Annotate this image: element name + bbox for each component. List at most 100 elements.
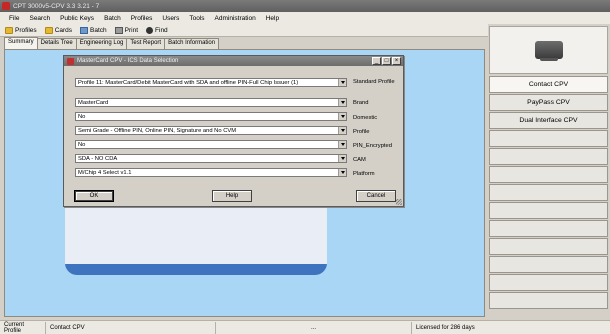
standard-profile-select[interactable]: Profile 11: MasterCard/Debit MasterCard … (75, 78, 347, 87)
domestic-row: No (75, 112, 347, 121)
sidebar-empty-slot[interactable] (489, 238, 608, 255)
pin-encrypted-select[interactable]: No (75, 140, 347, 149)
chevron-down-icon[interactable] (338, 127, 346, 134)
window-title: CPT 3000v5-CPV 3.3 3.21 - 7 (13, 2, 100, 10)
find-button[interactable]: Find (143, 26, 171, 34)
app-logo-icon (2, 2, 10, 10)
sidebar-empty-slot[interactable] (489, 202, 608, 219)
sidebar-empty-slot[interactable] (489, 148, 608, 165)
domestic-select[interactable]: No (75, 112, 347, 121)
chevron-down-icon[interactable] (338, 155, 346, 162)
platform-select[interactable]: M/Chip 4 Select v1.1 (75, 168, 347, 177)
platform-value: M/Chip 4 Select v1.1 (78, 169, 132, 176)
sidebar-empty-slot[interactable] (489, 130, 608, 147)
chevron-down-icon[interactable] (338, 113, 346, 120)
cpv-sidebar: Contact CPV PayPass CPV Dual Interface C… (489, 26, 608, 319)
find-label: Find (155, 26, 168, 34)
platform-label: Platform (353, 171, 375, 177)
window-titlebar[interactable]: CPT 3000v5-CPV 3.3 3.21 - 7 (0, 0, 610, 12)
dialog-title: MasterCard CPV - ICS Data Selection (77, 58, 179, 64)
menu-profiles[interactable]: Profiles (126, 15, 158, 22)
close-icon[interactable]: × (392, 57, 401, 65)
chevron-down-icon[interactable] (338, 99, 346, 106)
sidebar-empty-slot[interactable] (489, 166, 608, 183)
menu-search[interactable]: Search (24, 15, 55, 22)
ok-button[interactable]: OK (74, 190, 114, 202)
sidebar-empty-slot[interactable] (489, 274, 608, 291)
device-panel (489, 26, 608, 74)
platform-row: M/Chip 4 Select v1.1 (75, 168, 347, 177)
chevron-down-icon[interactable] (338, 141, 346, 148)
sidebar-empty-slot[interactable] (489, 220, 608, 237)
pin-encrypted-label: PIN_Encrypted (353, 143, 392, 149)
tab-batch-information[interactable]: Batch Information (164, 38, 220, 49)
sidebar-empty-slot[interactable] (489, 256, 608, 273)
status-profile: Contact CPV (46, 321, 216, 334)
profile-value: Semi Grade - Offline PIN, Online PIN, Si… (78, 127, 237, 134)
window-controls: _ □ × (371, 57, 401, 65)
standard-profile-value: Profile 11: MasterCard/Debit MasterCard … (78, 79, 299, 86)
menu-batch[interactable]: Batch (99, 15, 126, 22)
tab-summary[interactable]: Summary (4, 37, 38, 49)
card-reader-icon (534, 41, 563, 61)
paypass-cpv-button[interactable]: PayPass CPV (489, 94, 608, 111)
tab-details-tree[interactable]: Details Tree (36, 38, 77, 49)
cards-label: Cards (54, 26, 73, 34)
folder-icon (44, 26, 53, 34)
maximize-icon[interactable]: □ (382, 57, 391, 65)
profile-label: Profile (353, 129, 370, 135)
standard-profile-row: Profile 11: MasterCard/Debit MasterCard … (75, 78, 347, 87)
menu-help[interactable]: Help (261, 15, 284, 22)
chevron-down-icon[interactable] (338, 169, 346, 176)
sidebar-empty-slot[interactable] (489, 184, 608, 201)
brand-select[interactable]: MasterCard (75, 98, 347, 107)
help-button[interactable]: Help (212, 190, 252, 202)
status-bar: Current Profile Contact CPV ... Licensed… (0, 320, 610, 334)
status-label: Current Profile (0, 321, 46, 334)
brand-label: Brand (353, 100, 369, 106)
dual-interface-cpv-button[interactable]: Dual Interface CPV (489, 112, 608, 129)
cam-label: CAM (353, 157, 366, 163)
cards-button[interactable]: Cards (42, 26, 75, 34)
toolbar: Profiles Cards Batch Print Find (0, 24, 488, 37)
batch-button[interactable]: Batch (77, 26, 110, 34)
batch-icon (80, 26, 89, 34)
status-license: Licensed for 286 days (416, 324, 475, 331)
tab-test-report[interactable]: Test Report (126, 38, 166, 49)
cam-value: SDA - NO CDA (78, 155, 118, 162)
sidebar-empty-slot[interactable] (489, 292, 608, 309)
profiles-button[interactable]: Profiles (2, 26, 40, 34)
contact-cpv-button[interactable]: Contact CPV (489, 76, 608, 93)
status-middle: ... (216, 321, 412, 334)
tab-engineering-log[interactable]: Engineering Log (75, 38, 128, 49)
cam-row: SDA - NO CDA (75, 154, 347, 163)
profile-select[interactable]: Semi Grade - Offline PIN, Online PIN, Si… (75, 126, 347, 135)
chevron-down-icon[interactable] (338, 79, 346, 86)
print-label: Print (124, 26, 139, 34)
resize-grip[interactable] (396, 199, 402, 205)
dialog-titlebar[interactable]: MasterCard CPV - ICS Data Selection _ □ … (64, 56, 403, 66)
cancel-button[interactable]: Cancel (356, 190, 396, 202)
tab-strip: Summary Details Tree Engineering Log Tes… (4, 37, 220, 49)
mastercard-icon (67, 57, 74, 65)
menu-public-keys[interactable]: Public Keys (55, 15, 99, 22)
printer-icon (114, 26, 123, 34)
menu-tools[interactable]: Tools (184, 15, 209, 22)
folder-icon (5, 26, 13, 34)
cam-select[interactable]: SDA - NO CDA (75, 154, 347, 163)
menu-users[interactable]: Users (157, 15, 184, 22)
print-button[interactable]: Print (112, 26, 141, 34)
minimize-icon[interactable]: _ (372, 57, 381, 65)
menu-administration[interactable]: Administration (210, 15, 261, 22)
brand-row: MasterCard (75, 98, 347, 107)
profiles-label: Profiles (15, 26, 37, 34)
pin-encrypted-row: No (75, 140, 347, 149)
profile-row: Semi Grade - Offline PIN, Online PIN, Si… (75, 126, 347, 135)
find-icon (146, 26, 154, 34)
pin-encrypted-value: No (78, 141, 86, 148)
menu-file[interactable]: File (4, 15, 24, 22)
ics-data-selection-dialog: MasterCard CPV - ICS Data Selection _ □ … (63, 55, 404, 207)
domestic-value: No (78, 113, 86, 120)
standard-profile-label: Standard Profile (353, 79, 395, 85)
brand-value: MasterCard (78, 99, 109, 106)
